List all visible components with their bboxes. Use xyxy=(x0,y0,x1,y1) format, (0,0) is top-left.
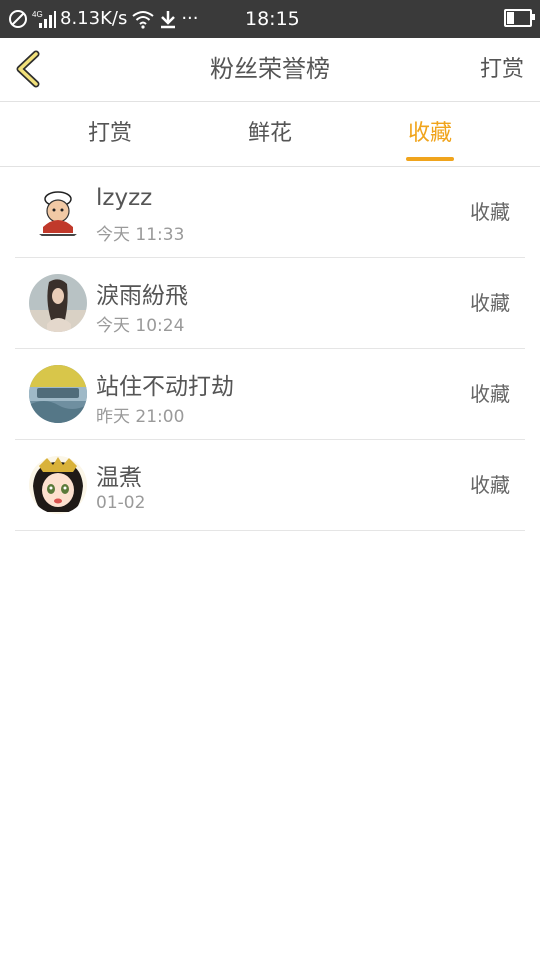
download-icon xyxy=(161,11,176,29)
more-indicator: ··· xyxy=(181,8,199,29)
status-left: 4G 8.13K/s ··· xyxy=(8,7,199,31)
fan-name: 温煮 xyxy=(96,465,142,491)
tab-flowers[interactable]: 鲜花 xyxy=(210,102,330,166)
fan-name: lzyzz xyxy=(96,185,153,211)
status-bar: 4G 8.13K/s ··· 18:15 xyxy=(0,0,540,38)
active-tab-indicator xyxy=(406,157,454,161)
wifi-icon xyxy=(132,11,154,29)
network-speed: 8.13K/s xyxy=(60,8,128,29)
favorite-label: 收藏 xyxy=(470,473,510,497)
list-item[interactable]: lzyzz 今天 11:33 收藏 xyxy=(15,167,525,258)
list-item[interactable]: 温煮 01-02 收藏 xyxy=(15,440,525,531)
fan-time: 今天 11:33 xyxy=(96,225,185,245)
battery-icon xyxy=(504,9,535,27)
status-time: 18:15 xyxy=(245,8,300,30)
tab-bar: 打赏 鲜花 收藏 xyxy=(0,102,540,167)
avatar xyxy=(29,274,87,332)
fan-list: lzyzz 今天 11:33 收藏 淚雨紛飛 今天 10:24 收藏 站住不动打… xyxy=(15,167,525,531)
tab-reward[interactable]: 打赏 xyxy=(50,102,170,166)
fan-name: 站住不动打劫 xyxy=(96,374,234,400)
fan-name: 淚雨紛飛 xyxy=(96,283,188,309)
list-item[interactable]: 淚雨紛飛 今天 10:24 收藏 xyxy=(15,258,525,349)
network-type-label: 4G xyxy=(32,10,43,19)
avatar xyxy=(29,365,87,423)
favorite-label: 收藏 xyxy=(470,291,510,315)
favorite-label: 收藏 xyxy=(470,200,510,224)
list-item[interactable]: 站住不动打劫 昨天 21:00 收藏 xyxy=(15,349,525,440)
fan-time: 今天 10:24 xyxy=(96,316,185,336)
signal-icon: 4G xyxy=(32,10,56,28)
no-disturb-icon xyxy=(9,10,27,28)
avatar xyxy=(29,183,87,241)
title-bar: 粉丝荣誉榜 打赏 xyxy=(0,38,540,102)
avatar xyxy=(29,456,87,514)
battery-level xyxy=(507,12,514,24)
reward-button[interactable]: 打赏 xyxy=(480,38,524,101)
page-title: 粉丝荣誉榜 xyxy=(210,55,330,83)
fan-time: 昨天 21:00 xyxy=(96,407,185,427)
fan-time: 01-02 xyxy=(96,493,146,513)
favorite-label: 收藏 xyxy=(470,382,510,406)
